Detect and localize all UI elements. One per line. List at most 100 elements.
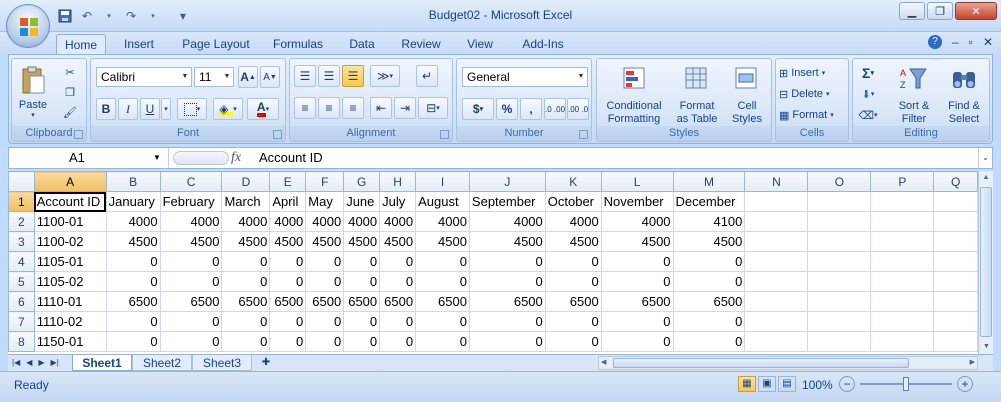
- name-box[interactable]: A1: [9, 148, 169, 168]
- cell-m2[interactable]: 4100: [672, 211, 746, 232]
- delete-cells-button[interactable]: ⊟ Delete ▾: [778, 84, 846, 104]
- font-name-combo[interactable]: Calibri ▼: [96, 67, 192, 87]
- cell-l3[interactable]: 4500: [600, 231, 674, 252]
- tab-view[interactable]: View: [460, 34, 500, 54]
- cell-l1[interactable]: November: [600, 191, 674, 212]
- cell-b4[interactable]: 0: [105, 251, 161, 272]
- clipboard-dialog-launcher[interactable]: [74, 130, 83, 139]
- scroll-up-icon[interactable]: ▲: [979, 171, 993, 185]
- cell-p5[interactable]: [870, 271, 935, 292]
- cell-d5[interactable]: 0: [221, 271, 271, 292]
- cell-a2[interactable]: 1100-01: [33, 211, 107, 232]
- cell-i4[interactable]: 0: [415, 251, 470, 272]
- cell-o6[interactable]: [807, 291, 872, 312]
- cell-h3[interactable]: 4500: [379, 231, 417, 252]
- cell-d1[interactable]: March: [221, 191, 271, 212]
- italic-button[interactable]: I: [118, 98, 138, 120]
- cell-b3[interactable]: 4500: [105, 231, 161, 252]
- zoom-slider-thumb[interactable]: [903, 377, 909, 391]
- cell-k7[interactable]: 0: [544, 311, 602, 332]
- cell-h2[interactable]: 4000: [379, 211, 417, 232]
- cell-g4[interactable]: 0: [343, 251, 381, 272]
- normal-view-icon[interactable]: ▦: [738, 376, 756, 392]
- workbook-restore-button[interactable]: ▫: [969, 35, 973, 49]
- cell-k2[interactable]: 4000: [544, 211, 602, 232]
- horizontal-scroll-thumb[interactable]: [613, 358, 909, 368]
- cell-j1[interactable]: September: [468, 191, 546, 212]
- cell-d7[interactable]: 0: [221, 311, 271, 332]
- office-button[interactable]: [6, 4, 50, 48]
- cell-n1[interactable]: [744, 191, 809, 212]
- cell-i7[interactable]: 0: [415, 311, 470, 332]
- cell-o4[interactable]: [807, 251, 872, 272]
- cell-n4[interactable]: [744, 251, 809, 272]
- copy-icon[interactable]: ❐: [60, 83, 80, 101]
- column-header-b[interactable]: B: [105, 171, 161, 192]
- increase-decimal-button[interactable]: .0 .00: [544, 98, 566, 120]
- row-header[interactable]: 8: [8, 331, 35, 352]
- decrease-indent-icon[interactable]: ⇤: [370, 97, 392, 119]
- cell-l4[interactable]: 0: [600, 251, 674, 272]
- borders-button[interactable]: ▾: [177, 98, 207, 120]
- cell-q8[interactable]: [933, 331, 978, 352]
- cell-p3[interactable]: [870, 231, 935, 252]
- tab-data[interactable]: Data: [344, 34, 380, 54]
- column-header-d[interactable]: D: [221, 171, 271, 192]
- cell-d8[interactable]: 0: [221, 331, 271, 352]
- align-left-icon[interactable]: ≡: [294, 97, 316, 119]
- cell-m8[interactable]: 0: [672, 331, 746, 352]
- underline-dropdown-icon[interactable]: ▾: [161, 98, 171, 120]
- cell-o1[interactable]: [807, 191, 872, 212]
- cell-f7[interactable]: 0: [305, 311, 345, 332]
- cell-q6[interactable]: [933, 291, 978, 312]
- cell-a1[interactable]: Account ID: [33, 191, 107, 212]
- help-icon[interactable]: ?: [927, 35, 942, 49]
- column-header-o[interactable]: O: [807, 171, 872, 192]
- cell-q4[interactable]: [933, 251, 978, 272]
- cell-h7[interactable]: 0: [379, 311, 417, 332]
- cell-c8[interactable]: 0: [159, 331, 223, 352]
- format-as-table-button[interactable]: Format as Table: [671, 61, 721, 125]
- underline-button[interactable]: U: [140, 98, 160, 120]
- percent-button[interactable]: %: [496, 98, 518, 120]
- cell-j6[interactable]: 6500: [468, 291, 546, 312]
- column-header-q[interactable]: Q: [933, 171, 978, 192]
- page-break-view-icon[interactable]: ▤: [778, 376, 796, 392]
- expand-formula-bar-icon[interactable]: ⌄: [978, 148, 992, 168]
- cell-q7[interactable]: [933, 311, 978, 332]
- cell-h8[interactable]: 0: [379, 331, 417, 352]
- cell-g6[interactable]: 6500: [343, 291, 381, 312]
- cell-f1[interactable]: May: [305, 191, 345, 212]
- bold-button[interactable]: B: [96, 98, 116, 120]
- next-sheet-icon[interactable]: ▶: [38, 355, 44, 371]
- number-format-combo[interactable]: General ▼: [462, 67, 588, 87]
- page-layout-view-icon[interactable]: ▣: [758, 376, 776, 392]
- alignment-dialog-launcher[interactable]: [440, 130, 449, 139]
- cell-l5[interactable]: 0: [600, 271, 674, 292]
- cell-c5[interactable]: 0: [159, 271, 223, 292]
- column-header-i[interactable]: I: [415, 171, 470, 192]
- select-all-corner[interactable]: [8, 171, 35, 192]
- cell-c2[interactable]: 4000: [159, 211, 223, 232]
- close-button[interactable]: ✕: [955, 2, 997, 20]
- cell-b5[interactable]: 0: [105, 271, 161, 292]
- cell-o7[interactable]: [807, 311, 872, 332]
- cell-e5[interactable]: 0: [269, 271, 307, 292]
- cell-p7[interactable]: [870, 311, 935, 332]
- cut-icon[interactable]: ✂: [60, 63, 80, 81]
- insert-function-icon[interactable]: fx: [231, 148, 253, 168]
- number-dialog-launcher[interactable]: [579, 130, 588, 139]
- cell-d2[interactable]: 4000: [221, 211, 271, 232]
- cell-f3[interactable]: 4500: [305, 231, 345, 252]
- cell-j4[interactable]: 0: [468, 251, 546, 272]
- cell-a7[interactable]: 1110-02: [33, 311, 107, 332]
- formula-bar-splitter[interactable]: [173, 151, 229, 165]
- column-header-k[interactable]: K: [544, 171, 602, 192]
- cell-e8[interactable]: 0: [269, 331, 307, 352]
- spreadsheet-grid[interactable]: ABCDEFGHIJKLMNOPQ 1 Account ID January Febr…: [8, 171, 978, 354]
- cell-o3[interactable]: [807, 231, 872, 252]
- last-sheet-icon[interactable]: ▶|: [51, 355, 59, 371]
- cell-m3[interactable]: 4500: [672, 231, 746, 252]
- sheet-tab-1[interactable]: Sheet1: [72, 355, 132, 371]
- cell-h1[interactable]: July: [379, 191, 417, 212]
